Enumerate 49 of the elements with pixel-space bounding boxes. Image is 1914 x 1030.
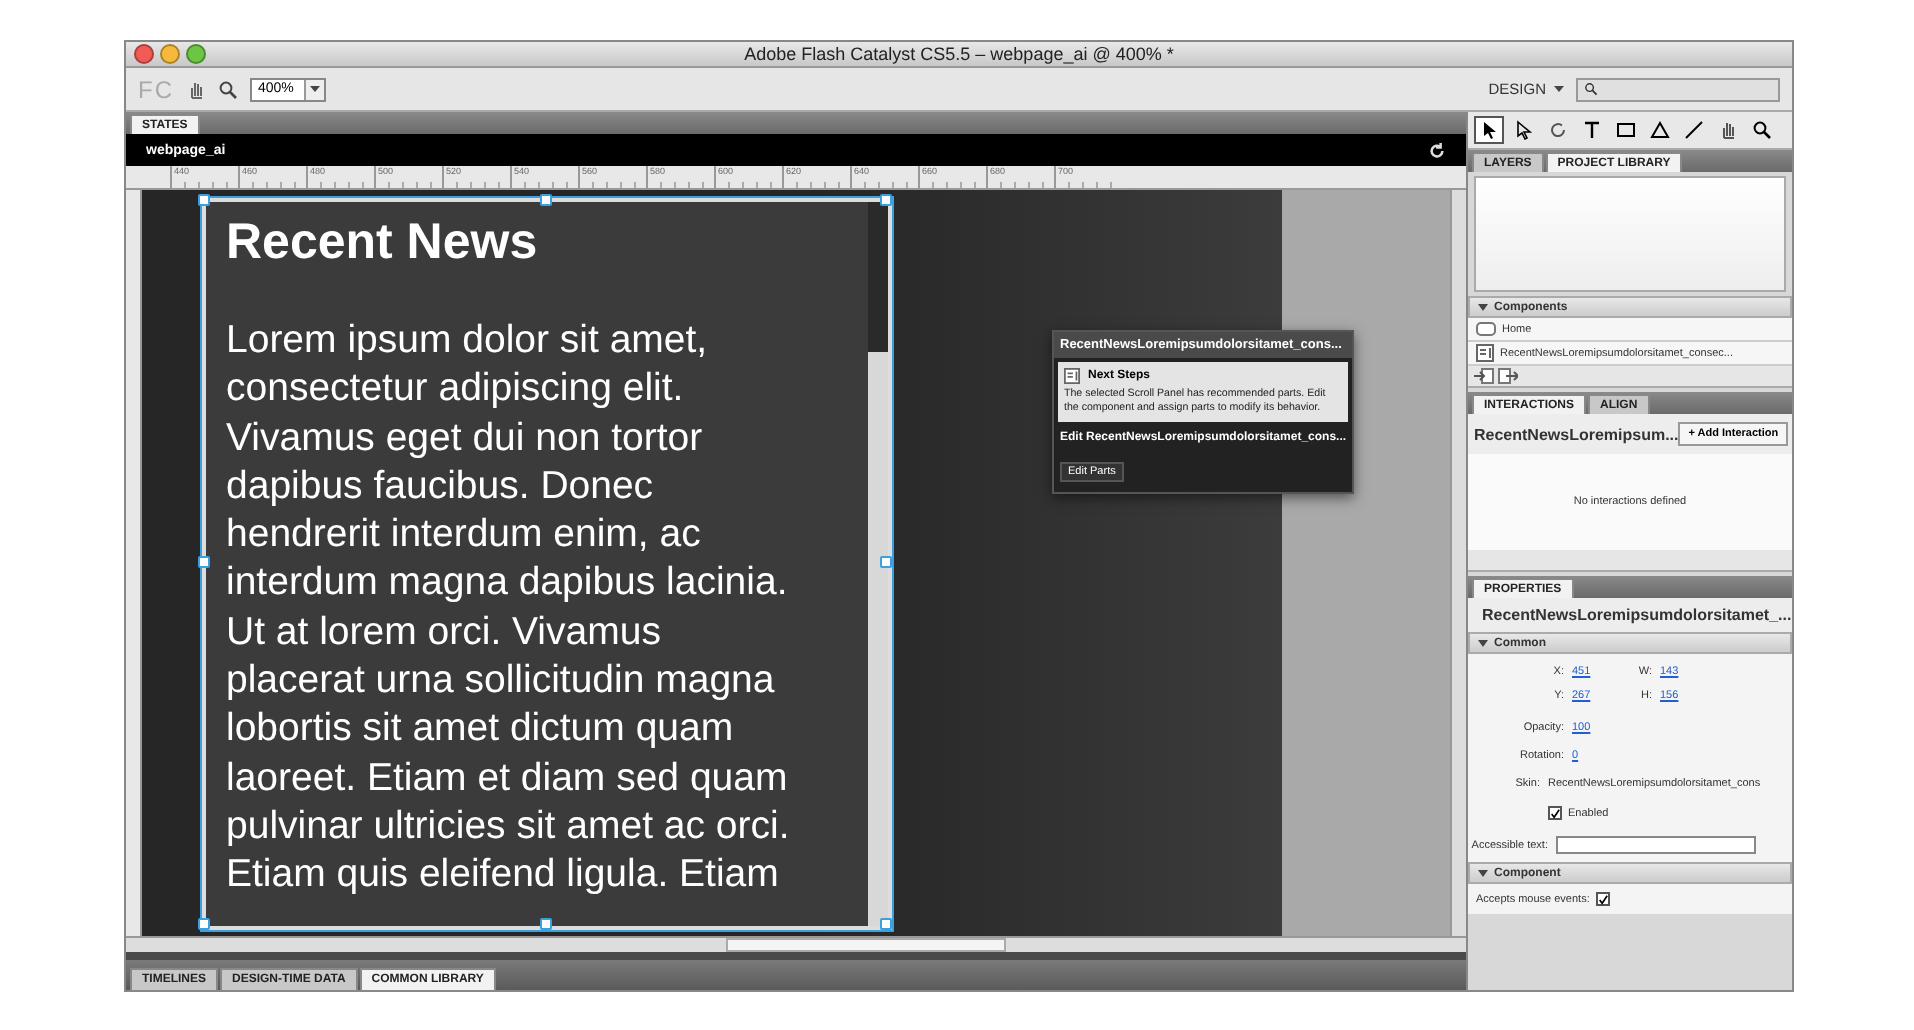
selection-handle[interactable] [198, 194, 210, 206]
hand-icon[interactable] [186, 79, 206, 99]
rect-tool-icon[interactable] [1615, 120, 1635, 140]
selection-handle[interactable] [198, 556, 210, 568]
news-text: Lorem ipsum dolor sit amet, consectetur adipiscing elit. Vivamus eget dui non tortor dapibus faucibus. Donec hendrerit interdum enim, ac interdum magna dapibus lacinia. Ut at lorem orci. Vivamus placerat urna sollicitudin magna lobortis sit amet dictum quam laoreet. Etiam et diam sed quam pulvinar ultricies sit amet ac orci. Etiam quis eleifend ligula. Etiam [226, 316, 792, 900]
selection-handle[interactable] [198, 918, 210, 930]
selection-handle[interactable] [539, 194, 551, 206]
direct-tool-icon[interactable] [1513, 120, 1533, 140]
minimize-button[interactable] [160, 44, 180, 64]
line-tool-icon[interactable] [1683, 120, 1703, 140]
zoom-icon[interactable] [218, 79, 238, 99]
zoom-tool-icon[interactable] [1751, 120, 1771, 140]
selection-handle[interactable] [539, 918, 551, 930]
accepts-mouse-checkbox[interactable] [1595, 892, 1610, 906]
triangle-tool-icon[interactable] [1649, 120, 1669, 140]
selection-handle[interactable] [880, 194, 892, 206]
disclosure-triangle-icon[interactable] [1478, 638, 1488, 648]
panel-component-icon [1476, 344, 1494, 362]
select-tool-button[interactable] [1474, 116, 1504, 144]
scroll-panel[interactable] [202, 198, 892, 930]
selection-handle[interactable] [880, 918, 892, 930]
search-icon [1584, 82, 1598, 96]
button-component-icon [1476, 322, 1496, 336]
text-tool-icon[interactable] [1581, 120, 1601, 140]
disclosure-triangle-icon[interactable] [1478, 302, 1488, 312]
select-tool-icon[interactable] [1479, 120, 1499, 140]
caret-icon[interactable] [1554, 86, 1564, 92]
enabled-checkbox[interactable] [1548, 806, 1562, 820]
import-icon[interactable] [1474, 368, 1494, 384]
accessible-text-field[interactable] [1556, 836, 1756, 854]
panel-icon [1064, 368, 1080, 384]
vertical-scrollbar[interactable] [1450, 190, 1466, 936]
rotate-tool-icon[interactable] [1547, 120, 1567, 140]
selection-handle[interactable] [880, 556, 892, 568]
search-field[interactable] [1576, 77, 1780, 101]
window-title: Adobe Flash Catalyst CS5.5 – webpage_ai @ 400% * [744, 44, 1174, 64]
export-icon[interactable] [1498, 368, 1518, 384]
app-logo: FC [138, 75, 174, 103]
close-button[interactable] [134, 44, 154, 64]
disclosure-triangle-icon[interactable] [1478, 868, 1488, 878]
panel-scrollbar[interactable] [868, 202, 888, 926]
selected-component-name: RecentNewsLoremipsum... [1474, 425, 1679, 443]
refresh-icon[interactable] [1428, 141, 1446, 159]
caret-icon[interactable] [310, 86, 320, 92]
selected-component-name: RecentNewsLoremipsumdolorsitamet_... [1482, 606, 1792, 624]
hand-tool-icon[interactable] [1717, 120, 1737, 140]
news-heading: Recent News [226, 214, 540, 272]
zoom-button[interactable] [186, 44, 206, 64]
horizontal-scrollbar[interactable] [126, 936, 1466, 952]
